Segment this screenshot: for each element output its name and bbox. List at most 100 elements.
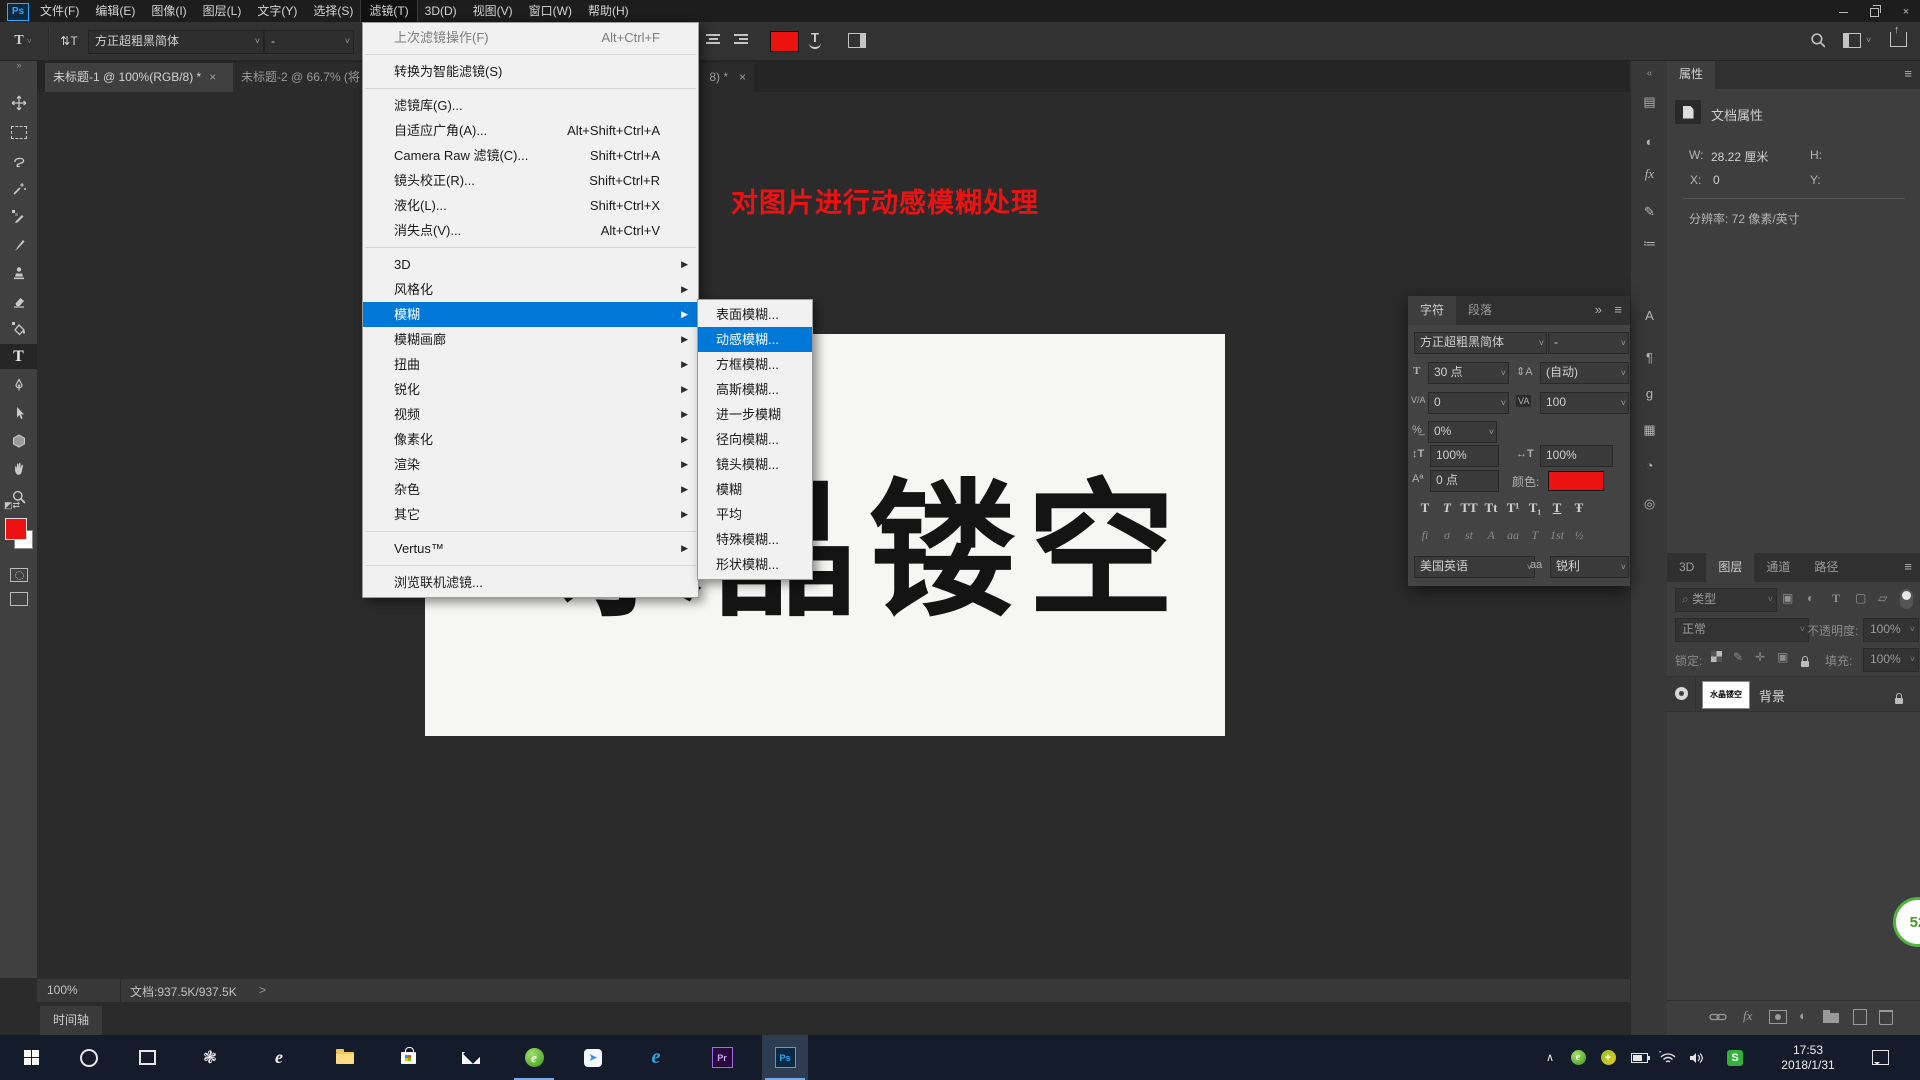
swatches-icon[interactable]: ▦: [1631, 418, 1668, 442]
tab-channels[interactable]: 通道: [1754, 553, 1802, 582]
collapse-panels-icon[interactable]: «: [1631, 62, 1668, 86]
brush-tool[interactable]: [0, 232, 37, 257]
tab-paths[interactable]: 路径: [1802, 553, 1850, 582]
tool-presets-icon[interactable]: ≔: [1631, 232, 1668, 256]
horizontal-scale-input[interactable]: 100%: [1540, 445, 1613, 467]
battery-icon[interactable]: [1626, 1035, 1652, 1080]
language-select[interactable]: 美国英语 ˅: [1414, 556, 1535, 578]
submenu-item-shape-blur[interactable]: 形状模糊...: [698, 552, 812, 577]
menu-edit[interactable]: 编辑(E): [87, 0, 143, 22]
swash-button[interactable]: A: [1480, 528, 1502, 543]
clone-stamp-tool[interactable]: [0, 260, 37, 285]
document-tab-1[interactable]: 未标题-1 @ 100%(RGB/8) *×: [45, 63, 243, 92]
status-expand-icon[interactable]: >: [259, 983, 266, 997]
menu-item-blur-gallery[interactable]: 模糊画廊▶: [363, 327, 698, 352]
underline-button[interactable]: T: [1546, 500, 1568, 516]
360-browser-icon[interactable]: e: [511, 1035, 557, 1080]
hand-tool[interactable]: [0, 456, 37, 481]
tool-preset-button[interactable]: T ˅: [8, 29, 38, 53]
small-caps-button[interactable]: Tt: [1480, 500, 1502, 516]
link-layers-icon[interactable]: [1709, 1012, 1727, 1022]
text-orientation-icon[interactable]: ⇅T: [56, 29, 82, 53]
kerning-select[interactable]: 0 ˅: [1428, 392, 1509, 414]
warp-text-icon[interactable]: T: [806, 30, 824, 49]
submenu-item-average[interactable]: 平均: [698, 502, 812, 527]
menu-item-browse-filters-online[interactable]: 浏览联机滤镜...: [363, 570, 698, 595]
char-color-swatch[interactable]: [1548, 471, 1604, 491]
submenu-item-smart-blur[interactable]: 特殊模糊...: [698, 527, 812, 552]
tab-character[interactable]: 字符: [1408, 296, 1456, 325]
submenu-item-box-blur[interactable]: 方框模糊...: [698, 352, 812, 377]
antialias-select[interactable]: 锐利 ˅: [1550, 556, 1629, 578]
marquee-tool[interactable]: [0, 120, 37, 145]
close-button[interactable]: ×: [1892, 2, 1920, 24]
timeline-tab[interactable]: 时间轴: [40, 1006, 102, 1035]
layer-row-background[interactable]: 水晶镂空 背景: [1667, 676, 1920, 712]
thunder-icon[interactable]: ➤: [570, 1035, 616, 1080]
text-color-swatch[interactable]: [770, 31, 799, 52]
filter-pixel-layers-icon[interactable]: ▣: [1782, 591, 1793, 605]
layer-filter-select[interactable]: ⌕ 类型 ˅: [1675, 588, 1777, 612]
menu-select[interactable]: 选择(S): [305, 0, 361, 22]
all-caps-button[interactable]: TT: [1458, 500, 1480, 516]
panel-menu-icon[interactable]: ≡: [1614, 302, 1622, 317]
volume-icon[interactable]: [1684, 1035, 1710, 1080]
share-icon[interactable]: ↑: [1890, 32, 1907, 47]
lock-transparency-icon[interactable]: [1711, 651, 1722, 662]
submenu-item-motion-blur[interactable]: 动感模糊...: [698, 327, 812, 352]
chevron-down-icon[interactable]: ˅: [1866, 35, 1871, 45]
align-right-icon[interactable]: [734, 34, 750, 47]
adjustments-icon[interactable]: ◐: [1631, 130, 1668, 154]
filter-adjustment-layers-icon[interactable]: ◐: [1807, 591, 1814, 605]
file-explorer-icon[interactable]: [322, 1035, 368, 1080]
subscript-button[interactable]: T₁: [1524, 500, 1546, 516]
close-tab-icon[interactable]: ×: [739, 63, 746, 92]
fractions-button[interactable]: ½: [1568, 528, 1590, 543]
default-colors-icon[interactable]: ◩⇄: [4, 500, 20, 511]
microsoft-store-icon[interactable]: [385, 1035, 431, 1080]
font-family-select[interactable]: 方正超粗黑简体 ˅: [88, 30, 264, 54]
start-button[interactable]: [8, 1035, 54, 1080]
search-icon[interactable]: [1810, 32, 1827, 49]
tray-360-icon[interactable]: e: [1566, 1035, 1590, 1080]
menu-item-sharpen[interactable]: 锐化▶: [363, 377, 698, 402]
delete-layer-icon[interactable]: [1879, 1010, 1893, 1025]
brush-settings-icon[interactable]: ✎: [1631, 200, 1668, 224]
wifi-icon[interactable]: *: [1654, 1035, 1682, 1080]
fill-input[interactable]: 100% ˅: [1863, 648, 1919, 672]
menu-item-filter-gallery[interactable]: 滤镜库(G)...: [363, 93, 698, 118]
menu-item-noise[interactable]: 杂色▶: [363, 477, 698, 502]
minimize-button[interactable]: [1829, 2, 1857, 24]
quick-mask-icon[interactable]: [10, 568, 28, 582]
char-font-family-select[interactable]: 方正超粗黑简体 ˅: [1414, 332, 1547, 354]
tab-3d[interactable]: 3D: [1667, 553, 1706, 582]
eyedropper-tool[interactable]: [0, 204, 37, 229]
info-icon[interactable]: ◎: [1631, 492, 1668, 516]
ordinals-button[interactable]: 1st: [1546, 528, 1568, 543]
panel-menu-icon[interactable]: ≡: [1904, 66, 1912, 81]
sogou-input-icon[interactable]: S: [1722, 1035, 1748, 1080]
submenu-item-blur[interactable]: 模糊: [698, 477, 812, 502]
contextual-alternates-button[interactable]: σ: [1436, 528, 1458, 543]
lasso-tool[interactable]: [0, 148, 37, 173]
filter-smart-objects-icon[interactable]: ▱: [1878, 591, 1887, 605]
new-group-icon[interactable]: [1823, 1010, 1839, 1023]
submenu-item-radial-blur[interactable]: 径向模糊...: [698, 427, 812, 452]
tab-paragraph[interactable]: 段落: [1456, 296, 1504, 325]
edge-browser-icon[interactable]: e: [633, 1035, 679, 1080]
menu-item-lens-correction[interactable]: 镜头校正(R)...Shift+Ctrl+R: [363, 168, 698, 193]
tray-expand-icon[interactable]: ∧: [1538, 1035, 1562, 1080]
lock-artboard-icon[interactable]: ▣: [1777, 650, 1788, 664]
new-layer-icon[interactable]: [1853, 1009, 1867, 1025]
discretionary-ligatures-button[interactable]: st: [1458, 528, 1480, 543]
menu-item-distort[interactable]: 扭曲▶: [363, 352, 698, 377]
submenu-item-lens-blur[interactable]: 镜头模糊...: [698, 452, 812, 477]
menu-layer[interactable]: 图层(L): [195, 0, 250, 22]
submenu-item-blur-more[interactable]: 进一步模糊: [698, 402, 812, 427]
notification-center-icon[interactable]: [1862, 1035, 1898, 1080]
panel-expand-icon[interactable]: »: [1595, 302, 1602, 317]
menu-filter[interactable]: 滤镜(T): [361, 0, 416, 22]
layer-thumbnail[interactable]: 水晶镂空: [1702, 681, 1750, 709]
titling-alternates-button[interactable]: T: [1524, 528, 1546, 543]
menu-item-3d[interactable]: 3D▶: [363, 252, 698, 277]
